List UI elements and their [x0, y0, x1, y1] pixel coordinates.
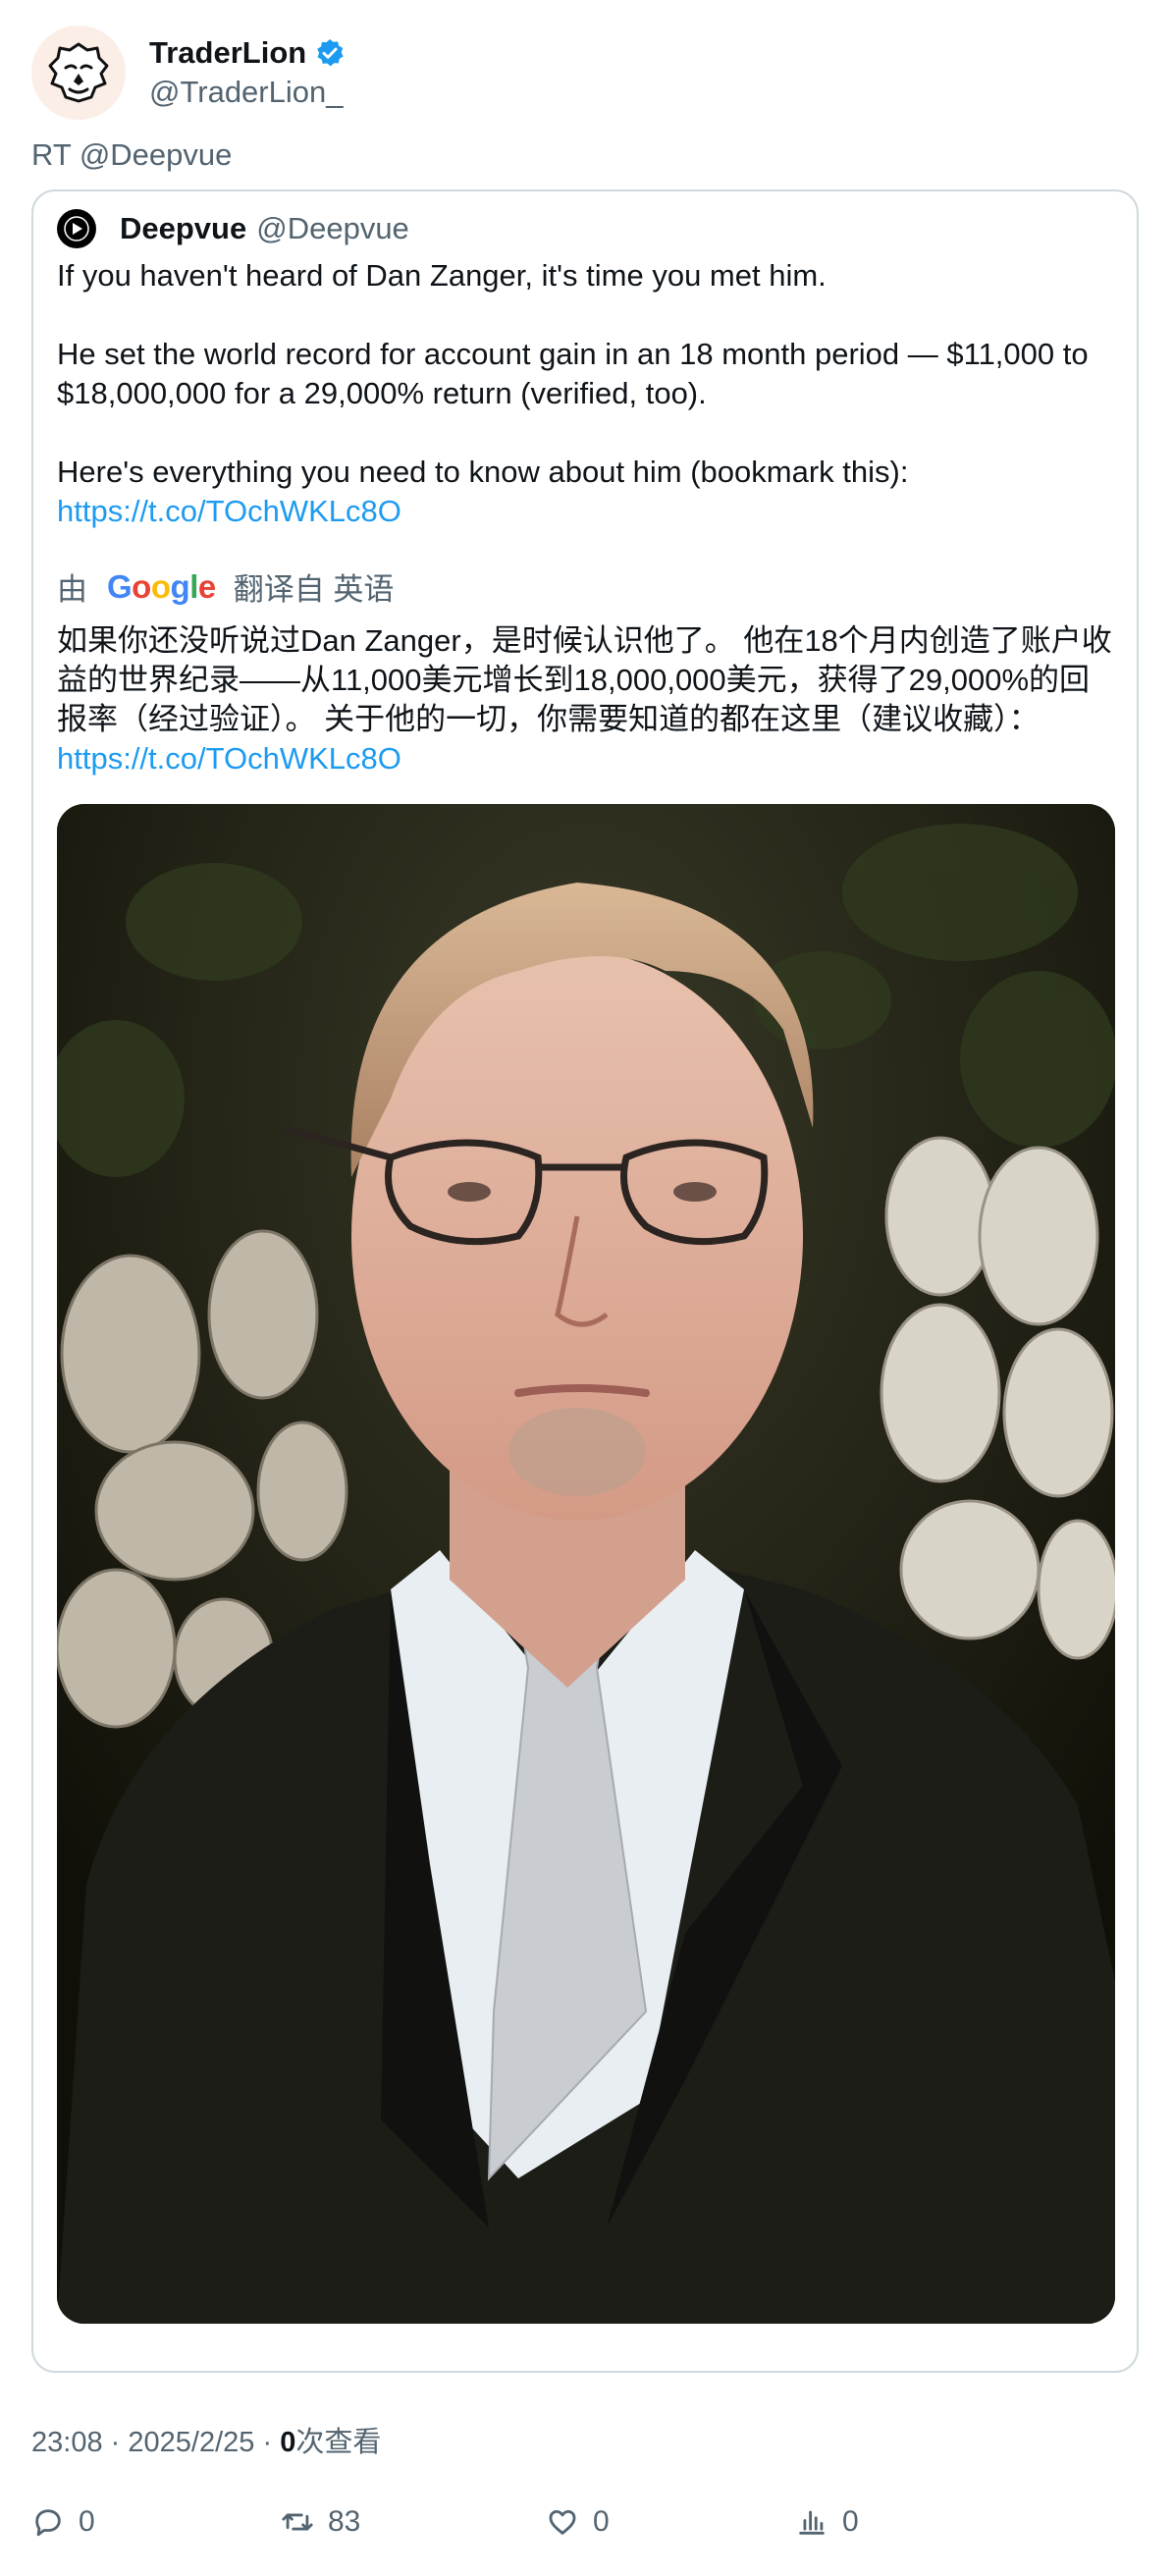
views-button[interactable]: 0 — [795, 2505, 859, 2539]
reply-button[interactable]: 0 — [31, 2505, 95, 2539]
tweet-meta: 23:08 · 2025/2/25 · 0次查看 — [31, 2419, 381, 2460]
author-display-name[interactable]: TraderLion — [149, 35, 306, 71]
views-count: 0 — [842, 2505, 859, 2538]
quoted-handle[interactable]: @Deepvue — [256, 211, 409, 246]
retweet-button[interactable]: 83 — [281, 2505, 360, 2539]
like-button[interactable]: 0 — [546, 2505, 610, 2539]
translated-text: 如果你还没听说过Dan Zanger，是时候认识他了。 他在18个月内创造了账户… — [57, 621, 1119, 778]
heart-icon — [549, 2509, 576, 2535]
author-handle[interactable]: @TraderLion_ — [149, 75, 346, 110]
tweet-line: He set the world record for account gain… — [57, 337, 1089, 410]
google-logo: Google — [107, 567, 216, 605]
translate-suffix: 翻译自 英语 — [233, 572, 395, 607]
tweet-time[interactable]: 23:08 — [31, 2427, 103, 2458]
like-count: 0 — [593, 2505, 610, 2538]
quoted-display-name[interactable]: Deepvue — [120, 211, 246, 246]
portrait-photo[interactable] — [57, 804, 1115, 2324]
deepvue-avatar-icon[interactable] — [57, 209, 96, 248]
action-bar: 0 83 0 0 — [31, 2505, 1111, 2549]
quoted-tweet-card[interactable]: Deepvue @Deepvue If you haven't heard of… — [31, 189, 1139, 2373]
translated-link[interactable]: https://t.co/TOchWKLc8O — [57, 741, 401, 776]
views-chart-icon — [799, 2510, 825, 2535]
tweet-date[interactable]: 2025/2/25 — [128, 2427, 254, 2458]
quoted-tweet-header: Deepvue @Deepvue — [57, 209, 409, 248]
reply-count: 0 — [79, 2505, 95, 2538]
retweet-label: RT @Deepvue — [31, 137, 233, 172]
lion-avatar-icon[interactable] — [31, 26, 126, 120]
retweet-count: 83 — [328, 2505, 361, 2538]
tweet-link[interactable]: https://t.co/TOchWKLc8O — [57, 494, 401, 528]
retweet-icon — [282, 2513, 313, 2531]
reply-icon — [35, 2509, 61, 2537]
separator: · — [262, 2427, 273, 2458]
separator: · — [110, 2427, 121, 2458]
tweet-line: If you haven't heard of Dan Zanger, it's… — [57, 258, 827, 293]
views-label: 次查看 — [295, 2427, 382, 2458]
translation-attribution: 由 Google 翻译自 英语 — [57, 564, 394, 609]
translate-prefix: 由 — [57, 572, 87, 607]
tweet-header: TraderLion @TraderLion_ — [31, 24, 346, 122]
quoted-tweet-text: If you haven't heard of Dan Zanger, it's… — [57, 256, 1117, 531]
translated-body: 如果你还没听说过Dan Zanger，是时候认识他了。 他在18个月内创造了账户… — [57, 623, 1112, 736]
view-count: 0 — [280, 2427, 296, 2458]
tweet-line: Here's everything you need to know about… — [57, 455, 909, 489]
verified-badge-icon — [317, 39, 344, 67]
